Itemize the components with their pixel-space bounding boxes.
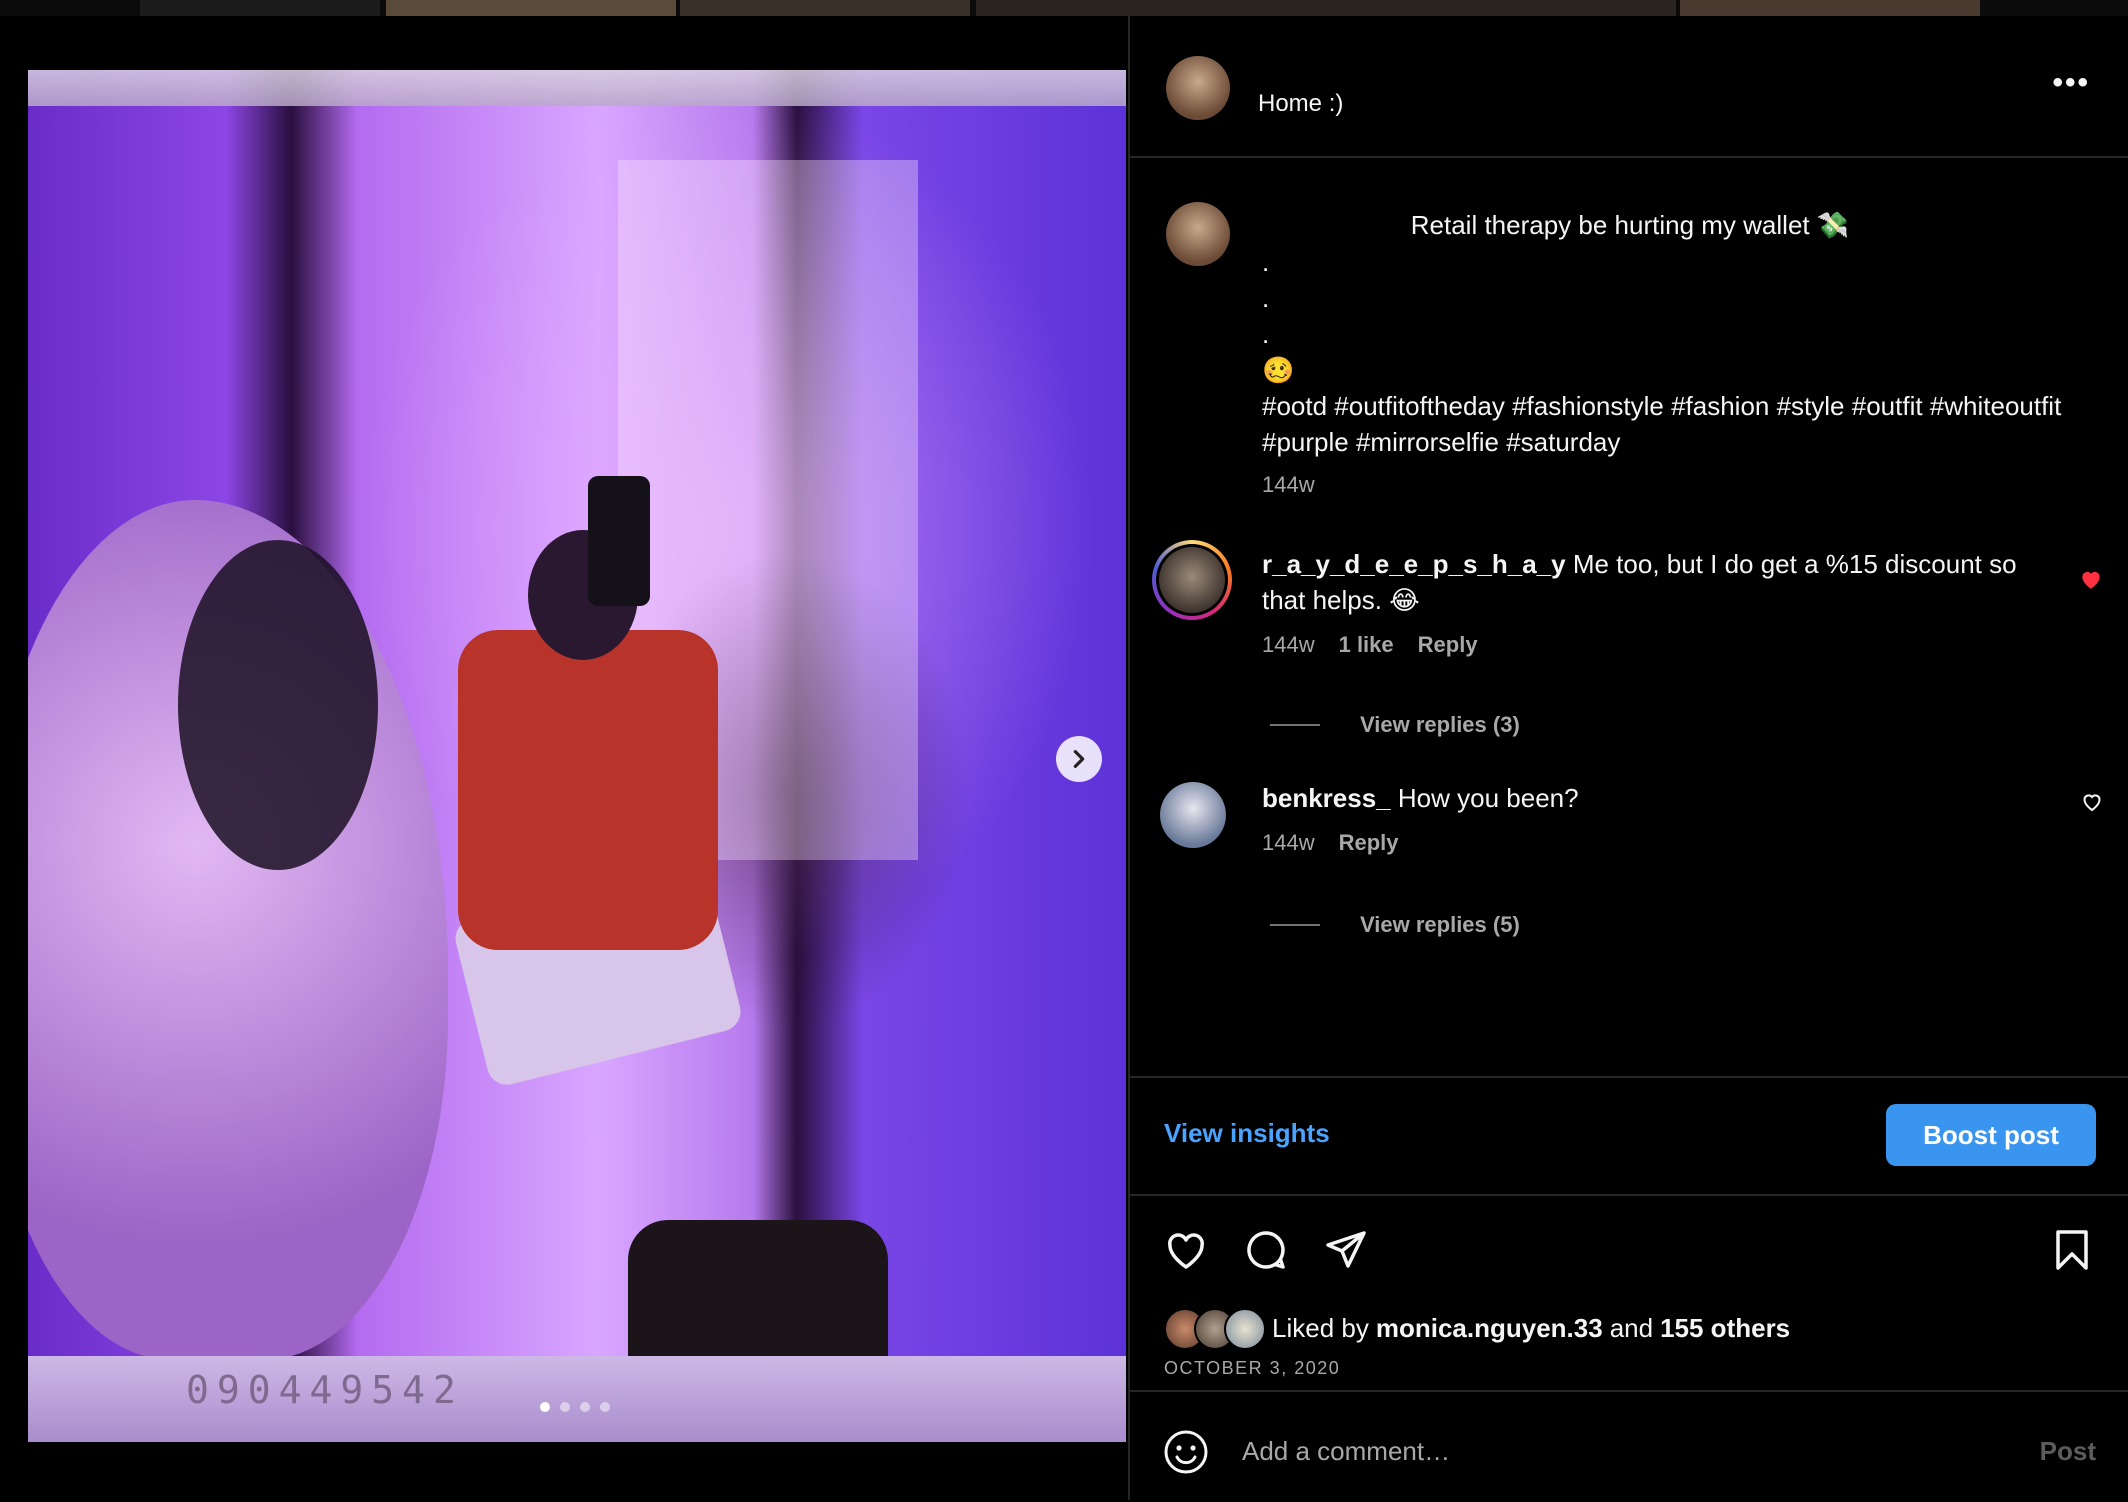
emoji-icon[interactable] [1162, 1428, 1210, 1476]
carousel-next-button[interactable] [1056, 736, 1102, 782]
view-replies-button[interactable]: View replies (5) [1270, 912, 1520, 938]
view-replies-line [1270, 724, 1320, 726]
view-replies-label: View replies (3) [1360, 712, 1520, 737]
liked-by-and: and [1609, 1312, 1654, 1343]
photo-film-edge [28, 70, 1126, 106]
comment-input[interactable]: Add a comment… [1242, 1436, 1450, 1467]
comments-scroll-area[interactable]: Retail therapy be hurting my wallet 💸 . … [1130, 156, 2128, 1086]
comment-body: How you been? [1397, 783, 1579, 813]
feed-thumbnail [386, 0, 676, 16]
view-replies-label: View replies (5) [1360, 912, 1520, 937]
commenter-avatar[interactable] [1160, 782, 1226, 848]
post-comment-button[interactable]: Post [2040, 1436, 2096, 1467]
feed-thumbnail [1680, 0, 1980, 16]
comment-reply-button[interactable]: Reply [1339, 830, 1399, 856]
view-insights-link[interactable]: View insights [1164, 1118, 1330, 1149]
comment-text: benkress_ How you been? [1262, 780, 2042, 816]
liker-avatar [1224, 1308, 1266, 1350]
photo-phone [588, 476, 650, 606]
boost-post-button[interactable]: Boost post [1886, 1104, 2096, 1166]
post-side-panel: Home :) ••• Retail therapy be hurting my… [1128, 16, 2128, 1500]
comment-reply-button[interactable]: Reply [1418, 632, 1478, 658]
comment-meta: 144w 1 like Reply [1262, 632, 1478, 658]
more-icon[interactable]: ••• [2052, 66, 2090, 100]
comment-meta: 144w Reply [1262, 830, 1399, 856]
chevron-right-icon [1073, 750, 1085, 768]
liker-avatars [1164, 1308, 1268, 1350]
caption-dot: . [1262, 319, 1270, 349]
caption-emoji: 🥴 [1262, 355, 1295, 385]
caption-title: Retail therapy be hurting my wallet 💸 [1410, 210, 1850, 240]
commenter-avatar[interactable] [1159, 547, 1225, 613]
comment-like-button[interactable] [2078, 566, 2104, 599]
post-location[interactable]: Home :) [1258, 90, 1343, 118]
share-icon[interactable] [1322, 1226, 1370, 1274]
comment-icon[interactable] [1242, 1226, 1290, 1274]
view-replies-button[interactable]: View replies (3) [1270, 712, 1520, 738]
heart-icon[interactable] [1162, 1226, 1210, 1274]
post-photo[interactable]: 090449542 [28, 70, 1126, 1442]
insights-bar: View insights Boost post [1130, 1076, 2128, 1196]
feed-thumbnail [680, 0, 970, 16]
bookmark-icon[interactable] [2048, 1226, 2096, 1274]
liked-by-others[interactable]: 155 others [1660, 1313, 1790, 1344]
liked-by-user[interactable]: monica.nguyen.33 [1376, 1313, 1603, 1344]
feed-thumbnail [140, 0, 380, 16]
carousel-dot [580, 1402, 590, 1412]
post-date: OCTOBER 3, 2020 [1164, 1358, 1341, 1378]
feed-thumbnail [976, 0, 1676, 16]
caption-body: . . . 🥴 #ootd #outfitoftheday #fashionst… [1262, 244, 2092, 460]
liked-by-prefix: Liked by [1272, 1312, 1369, 1343]
comment-text: r_a_y_d_e_e_p_s_h_a_y Me too, but I do g… [1262, 546, 2042, 618]
post-header: Home :) ••• [1130, 16, 2128, 158]
caption-dot: . [1262, 247, 1270, 277]
carousel-dot [600, 1402, 610, 1412]
view-replies-line [1270, 924, 1320, 926]
caption-hashtags[interactable]: #ootd #outfitoftheday #fashionstyle #fas… [1262, 391, 2061, 457]
comment-username[interactable]: r_a_y_d_e_e_p_s_h_a_y [1262, 549, 1566, 579]
photo-plush-ear [178, 540, 378, 870]
heart-icon [2083, 794, 2101, 812]
comment-timestamp: 144w [1262, 830, 1315, 855]
background-feed-strip [0, 0, 2128, 16]
carousel-dots [540, 1402, 610, 1412]
photo-figure [458, 630, 718, 950]
add-comment-bar: Add a comment… Post [1130, 1390, 2128, 1502]
author-avatar[interactable] [1166, 56, 1230, 120]
comment-like-button[interactable] [2080, 790, 2104, 821]
comment-timestamp: 144w [1262, 632, 1315, 657]
caption-dot: . [1262, 283, 1270, 313]
heart-filled-icon [2082, 571, 2100, 589]
liked-by-line: Liked by monica.nguyen.33 and 155 others [1164, 1308, 1790, 1350]
comment-username[interactable]: benkress_ [1262, 783, 1391, 813]
carousel-dot [540, 1402, 550, 1412]
post-actions: Liked by monica.nguyen.33 and 155 others… [1130, 1194, 2128, 1394]
caption-timestamp: 144w [1262, 472, 1315, 497]
carousel-dot [560, 1402, 570, 1412]
comment-like-count[interactable]: 1 like [1339, 632, 1394, 658]
photo-serial-number: 090449542 [186, 1368, 464, 1412]
